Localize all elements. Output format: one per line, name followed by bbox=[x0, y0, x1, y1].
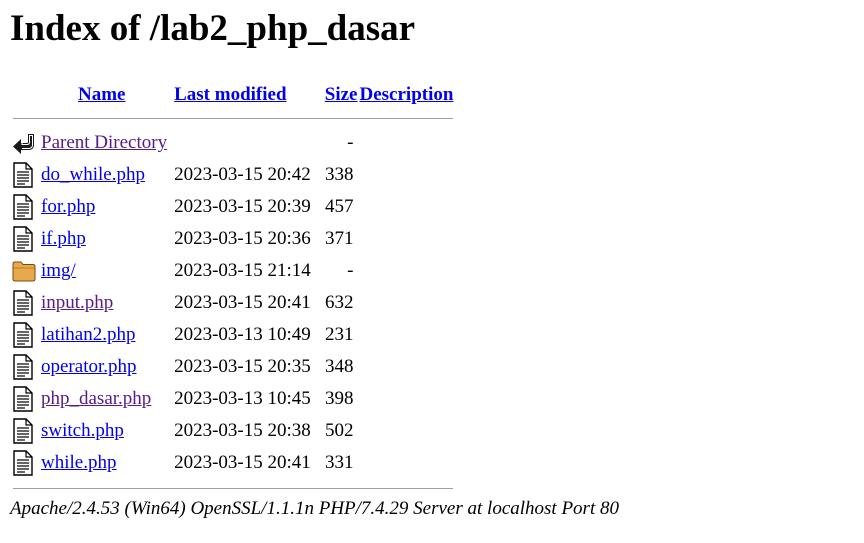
header-icon-cell bbox=[12, 82, 38, 108]
file-size-cell: 231 bbox=[325, 324, 354, 345]
file-size-cell: 398 bbox=[325, 388, 354, 409]
divider bbox=[13, 487, 454, 489]
file-icon bbox=[12, 448, 38, 478]
file-link[interactable]: if.php bbox=[41, 228, 86, 249]
page-title: Index of /lab2_php_dasar bbox=[10, 8, 416, 49]
table-row-parent: Parent Directory - bbox=[12, 128, 454, 158]
file-link[interactable]: latihan2.php bbox=[41, 324, 135, 345]
file-name-cell: operator.php bbox=[40, 352, 168, 382]
file-name-cell: do_while.php bbox=[40, 160, 168, 190]
table-row: latihan2.php 2023-03-13 10:49 231 bbox=[12, 320, 454, 350]
file-description-cell bbox=[360, 160, 455, 190]
sort-size-link[interactable]: Size bbox=[325, 84, 358, 105]
file-modified-cell: 2023-03-15 20:38 bbox=[174, 420, 311, 441]
header-row: Name Last modified Size Description bbox=[12, 82, 454, 108]
file-link[interactable]: operator.php bbox=[41, 356, 137, 377]
file-modified-cell: 2023-03-15 20:35 bbox=[174, 356, 311, 377]
file-description-cell bbox=[360, 288, 455, 318]
file-link[interactable]: for.php bbox=[41, 196, 95, 217]
file-size-cell: - bbox=[347, 260, 354, 281]
file-modified-cell: 2023-03-15 20:36 bbox=[174, 228, 311, 249]
file-name-cell: input.php bbox=[40, 288, 168, 318]
file-modified-cell: 2023-03-15 20:41 bbox=[174, 292, 311, 313]
file-name-cell: switch.php bbox=[40, 416, 168, 446]
file-description-cell bbox=[360, 384, 455, 414]
table-row: operator.php 2023-03-15 20:35 348 bbox=[12, 352, 454, 382]
file-icon bbox=[12, 416, 38, 446]
file-modified-cell: 2023-03-15 20:42 bbox=[174, 164, 311, 185]
file-modified-cell: 2023-03-15 20:39 bbox=[174, 196, 311, 217]
file-size-cell: 348 bbox=[325, 356, 354, 377]
file-size-cell: 371 bbox=[325, 228, 354, 249]
file-description-cell bbox=[360, 256, 455, 286]
file-description-cell bbox=[360, 192, 455, 222]
file-description-cell bbox=[360, 448, 455, 478]
table-row: for.php 2023-03-15 20:39 457 bbox=[12, 192, 454, 222]
file-listing: Name Last modified Size Description Pare… bbox=[10, 80, 456, 498]
server-signature: Apache/2.4.53 (Win64) OpenSSL/1.1.1n PHP… bbox=[10, 498, 619, 519]
file-link[interactable]: img/ bbox=[41, 260, 76, 281]
file-name-cell: img/ bbox=[40, 256, 168, 286]
header-description: Description bbox=[360, 82, 455, 108]
file-name-cell: latihan2.php bbox=[40, 320, 168, 350]
file-size-cell: 457 bbox=[325, 196, 354, 217]
file-size-cell: 632 bbox=[325, 292, 354, 313]
header-size: Size bbox=[319, 82, 358, 108]
file-modified-cell: 2023-03-13 10:49 bbox=[174, 324, 311, 345]
back-icon bbox=[12, 128, 38, 158]
file-size-cell: 502 bbox=[325, 420, 354, 441]
table-row: img/2023-03-15 21:14 - bbox=[12, 256, 454, 286]
file-size-cell: 331 bbox=[325, 452, 354, 473]
separator-bottom bbox=[12, 480, 454, 496]
parent-name-cell: Parent Directory bbox=[40, 128, 168, 158]
file-icon bbox=[12, 320, 38, 350]
table-row: input.php 2023-03-15 20:41 632 bbox=[12, 288, 454, 318]
parent-description-cell bbox=[360, 128, 455, 158]
folder-icon bbox=[12, 256, 38, 286]
file-size-cell: 338 bbox=[325, 164, 354, 185]
file-modified-cell: 2023-03-15 21:14 bbox=[174, 260, 311, 281]
file-name-cell: while.php bbox=[40, 448, 168, 478]
file-icon bbox=[12, 384, 38, 414]
header-last-modified: Last modified bbox=[170, 82, 317, 108]
file-description-cell bbox=[360, 320, 455, 350]
table-row: do_while.php 2023-03-15 20:42 338 bbox=[12, 160, 454, 190]
parent-directory-link[interactable]: Parent Directory bbox=[41, 132, 167, 153]
parent-modified-cell bbox=[170, 128, 317, 158]
file-icon bbox=[12, 224, 38, 254]
file-link[interactable]: php_dasar.php bbox=[41, 388, 151, 409]
file-icon bbox=[12, 288, 38, 318]
file-modified-cell: 2023-03-15 20:41 bbox=[174, 452, 311, 473]
file-link[interactable]: while.php bbox=[41, 452, 116, 473]
file-name-cell: php_dasar.php bbox=[40, 384, 168, 414]
file-description-cell bbox=[360, 224, 455, 254]
file-link[interactable]: input.php bbox=[41, 292, 113, 313]
file-icon bbox=[12, 192, 38, 222]
table-row: switch.php 2023-03-15 20:38 502 bbox=[12, 416, 454, 446]
divider bbox=[13, 117, 454, 119]
file-description-cell bbox=[360, 416, 455, 446]
file-name-cell: for.php bbox=[40, 192, 168, 222]
file-icon bbox=[12, 352, 38, 382]
separator-top bbox=[12, 110, 454, 126]
sort-last-modified-link[interactable]: Last modified bbox=[174, 84, 286, 105]
sort-name-link[interactable]: Name bbox=[78, 84, 125, 105]
file-modified-cell: 2023-03-13 10:45 bbox=[174, 388, 311, 409]
file-description-cell bbox=[360, 352, 455, 382]
file-icon bbox=[12, 160, 38, 190]
file-link[interactable]: do_while.php bbox=[41, 164, 145, 185]
table-row: if.php 2023-03-15 20:36 371 bbox=[12, 224, 454, 254]
file-name-cell: if.php bbox=[40, 224, 168, 254]
table-row: while.php 2023-03-15 20:41 331 bbox=[12, 448, 454, 478]
parent-size-cell: - bbox=[347, 132, 354, 153]
header-name: Name bbox=[40, 82, 168, 108]
table-row: php_dasar.php 2023-03-13 10:45 398 bbox=[12, 384, 454, 414]
sort-description-link[interactable]: Description bbox=[360, 84, 454, 105]
file-link[interactable]: switch.php bbox=[41, 420, 124, 441]
